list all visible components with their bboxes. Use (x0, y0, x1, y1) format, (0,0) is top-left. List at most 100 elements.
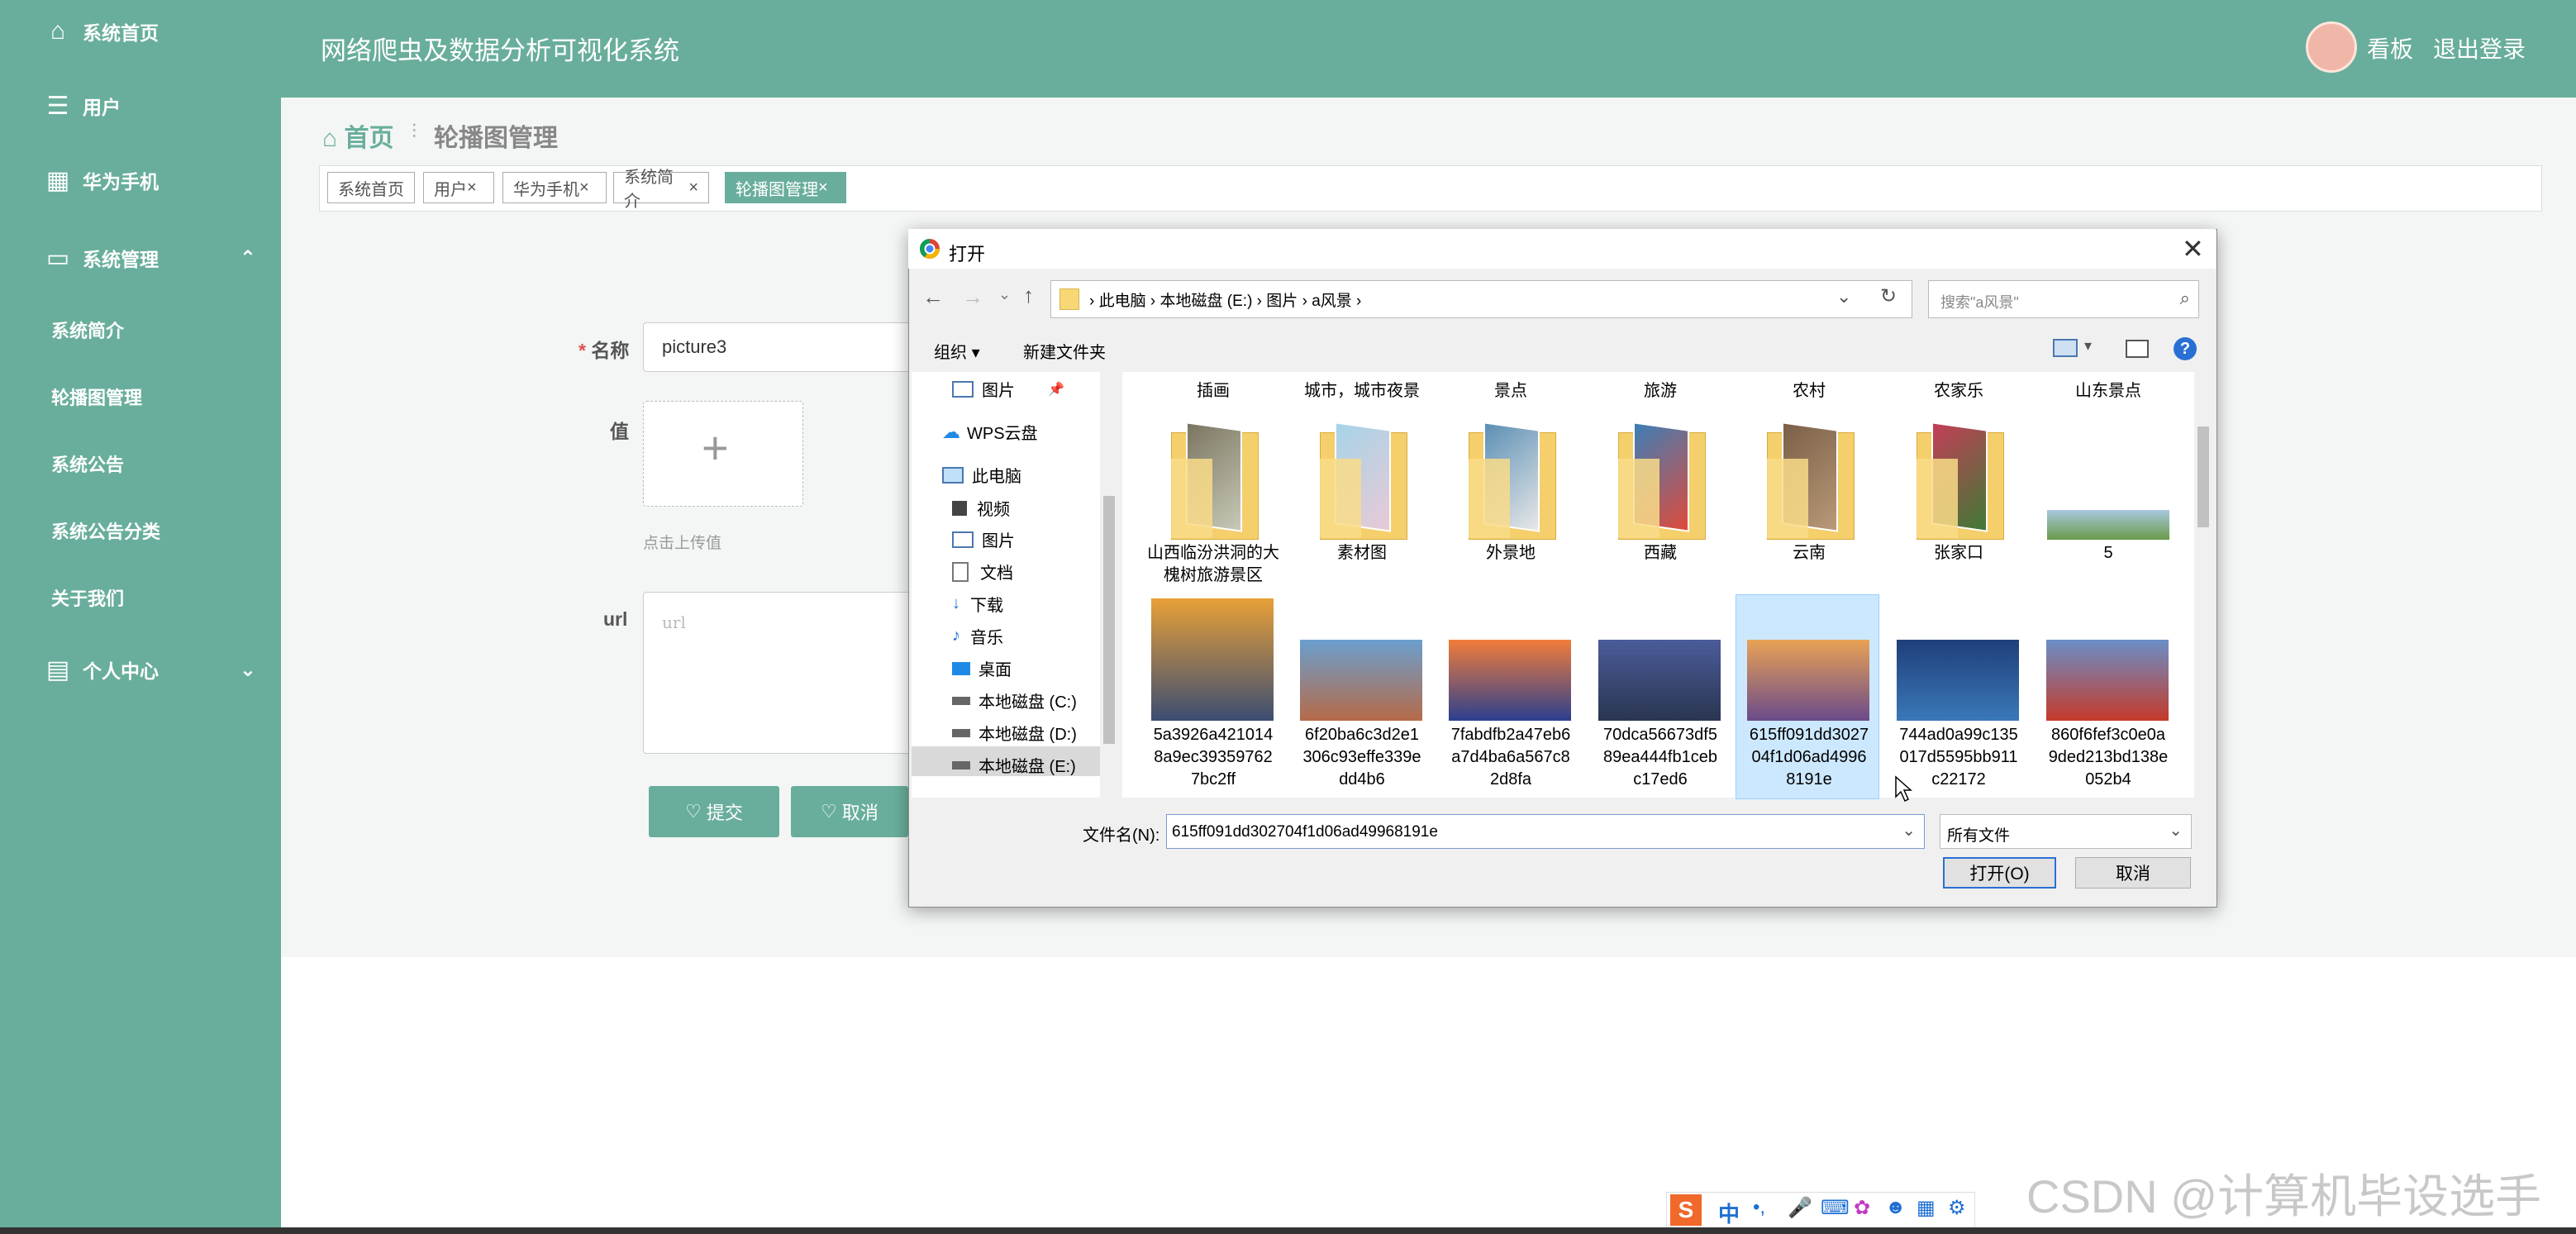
nav-item-music[interactable]: ♪ 音乐 (952, 624, 1003, 648)
path-segment[interactable]: 本地磁盘 (E:) (1160, 293, 1253, 310)
folder-item[interactable]: 张家口 (1888, 542, 2029, 565)
folder-item[interactable]: 山东景点 (2038, 380, 2178, 403)
settings-gear-icon[interactable]: ⚙ (1948, 1196, 1966, 1220)
chevron-down-icon[interactable]: ⌄ (1902, 820, 1916, 841)
nav-item-documents[interactable]: 文档 (952, 560, 1013, 584)
folder-item[interactable]: 云南 (1739, 542, 1879, 565)
image-thumbnail (2046, 640, 2169, 721)
filename-input[interactable]: 615ff091dd302704f1d06ad49968191e ⌄ (1166, 814, 1925, 849)
close-icon[interactable]: × (688, 179, 698, 198)
path-segment[interactable]: a风景 (1312, 293, 1352, 310)
file-item[interactable]: 5a3926a4210148a9ec393597627bc2ff (1143, 724, 1283, 791)
help-icon[interactable]: ? (2174, 337, 2197, 360)
microphone-icon[interactable]: 🎤 (1788, 1196, 1812, 1220)
open-button[interactable]: 打开(O) (1943, 857, 2056, 889)
sidebar-item-users[interactable]: ☰ 用户 (0, 81, 281, 131)
nav-scroll-thumb[interactable] (1103, 496, 1115, 744)
sidebar-sub-about[interactable]: 关于我们 (51, 584, 124, 611)
folder-item[interactable]: 外景地 (1440, 542, 1581, 565)
punctuation-icon[interactable]: •, (1753, 1196, 1765, 1219)
sidebar-item-personal[interactable]: ▤ 个人中心 ⌄ (0, 645, 281, 694)
nav-label: 视频 (977, 501, 1010, 519)
tag-carousel[interactable]: 轮播图管理 × (725, 172, 846, 203)
sidebar-item-home[interactable]: ⌂ 系统首页 (0, 7, 281, 56)
required-mark: * (579, 340, 592, 361)
folder-item[interactable]: 山西临汾洪洞的大槐树旅游景区 (1143, 542, 1283, 587)
close-icon[interactable]: × (579, 179, 589, 198)
forward-arrow-icon[interactable]: → (962, 284, 983, 310)
skin-icon[interactable]: ✿ (1854, 1196, 1870, 1220)
upload-box[interactable]: + (643, 401, 803, 507)
submit-button[interactable]: ♡ 提交 (649, 786, 779, 837)
dialog-cancel-button[interactable]: 取消 (2075, 857, 2191, 889)
view-icon[interactable] (2053, 339, 2078, 357)
search-input[interactable]: 搜索"a风景" ⌕ (1928, 280, 2199, 318)
folder-item[interactable]: 农村 (1739, 380, 1879, 403)
folder-item[interactable]: 农家乐 (1888, 380, 2029, 403)
url-textarea[interactable]: url (643, 592, 924, 754)
tag-label: 系统首页 (338, 180, 404, 199)
nav-item-wps[interactable]: ☁ WPS云盘 (942, 420, 1038, 444)
file-item[interactable]: 6f20ba6c3d2e1306c93effe339edd4b6 (1292, 724, 1432, 791)
folder-item[interactable]: 城市，城市夜景 (1292, 380, 1432, 403)
chevron-down-icon[interactable]: ⌄ (1836, 286, 1851, 307)
nav-item-drive-c[interactable]: 本地磁盘 (C:) (952, 688, 1077, 712)
folder-item[interactable]: 素材图 (1292, 542, 1432, 565)
file-item[interactable]: 7fabdfb2a47eb6a7d4ba6a567c82d8fa (1440, 724, 1581, 791)
sidebar-item-huawei[interactable]: ▦ 华为手机 (0, 155, 281, 205)
nav-item-downloads[interactable]: ↓ 下载 (952, 592, 1003, 616)
path-segment[interactable]: 图片 (1266, 293, 1298, 310)
tag-intro[interactable]: 系统简介 × (613, 169, 709, 211)
file-item[interactable]: 70dca56673df589ea444fb1cebc17ed6 (1590, 724, 1731, 791)
nav-item-pictures-pinned[interactable]: 图片 📌 (952, 377, 1064, 401)
logout-link[interactable]: 退出登录 (2433, 31, 2526, 64)
caret-down-icon[interactable]: ▾ (2084, 337, 2092, 355)
back-arrow-icon[interactable]: ← (922, 284, 944, 310)
tag-home[interactable]: 系统首页 (327, 172, 415, 203)
nav-item-drive-e[interactable]: 本地磁盘 (E:) (952, 753, 1076, 777)
file-scroll-thumb[interactable] (2197, 426, 2209, 527)
path-segment[interactable]: 此电脑 (1099, 293, 1146, 310)
nav-item-pictures[interactable]: 图片 (952, 527, 1015, 551)
close-icon[interactable]: ✕ (2182, 233, 2204, 264)
name-input[interactable]: picture3 (643, 322, 924, 372)
filetype-select[interactable]: 所有文件 ⌄ (1940, 814, 2192, 849)
sidebar-item-system[interactable]: ▭ 系统管理 ⌃ (0, 233, 281, 283)
tag-users[interactable]: 用户 × (423, 172, 494, 203)
up-arrow-icon[interactable]: ↑ (1023, 283, 1034, 308)
nav-scrollbar[interactable] (1100, 372, 1118, 798)
recent-dropdown-icon[interactable]: ⌄ (998, 286, 1011, 303)
assistant-icon[interactable]: ☻ (1885, 1196, 1906, 1219)
sidebar-sub-intro[interactable]: 系统简介 (51, 317, 124, 343)
sidebar-sub-notice-category[interactable]: 系统公告分类 (51, 517, 160, 544)
keyboard-icon[interactable]: ⌨ (1821, 1196, 1850, 1220)
file-scrollbar[interactable] (2194, 372, 2212, 798)
nav-item-this-pc[interactable]: 此电脑 (942, 463, 1021, 487)
folder-item[interactable]: 景点 (1440, 380, 1581, 403)
new-folder-button[interactable]: 新建文件夹 (1023, 339, 1106, 363)
breadcrumb-home[interactable]: ⌂ 首页 (322, 117, 393, 154)
sidebar-sub-notice[interactable]: 系统公告 (51, 450, 124, 477)
board-link[interactable]: 看板 (2367, 31, 2413, 64)
folder-item[interactable]: 西藏 (1590, 542, 1731, 565)
cancel-button[interactable]: ♡ 取消 (791, 786, 908, 837)
folder-item[interactable]: 插画 (1143, 380, 1283, 403)
close-icon[interactable]: × (467, 179, 477, 198)
ime-toolbar[interactable]: S 中 •, 🎤 ⌨ ✿ ☻ ▦ ⚙ (1666, 1192, 1975, 1230)
file-item[interactable]: 615ff091dd302704f1d06ad49968191e (1739, 724, 1879, 791)
organize-menu[interactable]: 组织 ▾ (934, 339, 980, 363)
tag-huawei[interactable]: 华为手机 × (502, 172, 607, 203)
name-label-text: 名称 (591, 340, 630, 361)
sidebar-sub-carousel[interactable]: 轮播图管理 (51, 384, 142, 410)
file-item[interactable]: 5 (2038, 542, 2178, 565)
nav-item-desktop[interactable]: 桌面 (952, 656, 1012, 680)
close-icon[interactable]: × (818, 179, 828, 198)
file-item[interactable]: 860f6fef3c0e0a9ded213bd138e052b4 (2038, 724, 2178, 791)
toolbox-icon[interactable]: ▦ (1917, 1196, 1936, 1220)
nav-item-drive-d[interactable]: 本地磁盘 (D:) (952, 721, 1077, 745)
nav-item-videos[interactable]: 视频 (952, 496, 1010, 520)
folder-item[interactable]: 旅游 (1590, 380, 1731, 403)
ime-lang[interactable]: 中 (1718, 1198, 1740, 1228)
preview-pane-icon[interactable] (2126, 340, 2149, 358)
refresh-icon[interactable]: ↻ (1880, 284, 1897, 308)
